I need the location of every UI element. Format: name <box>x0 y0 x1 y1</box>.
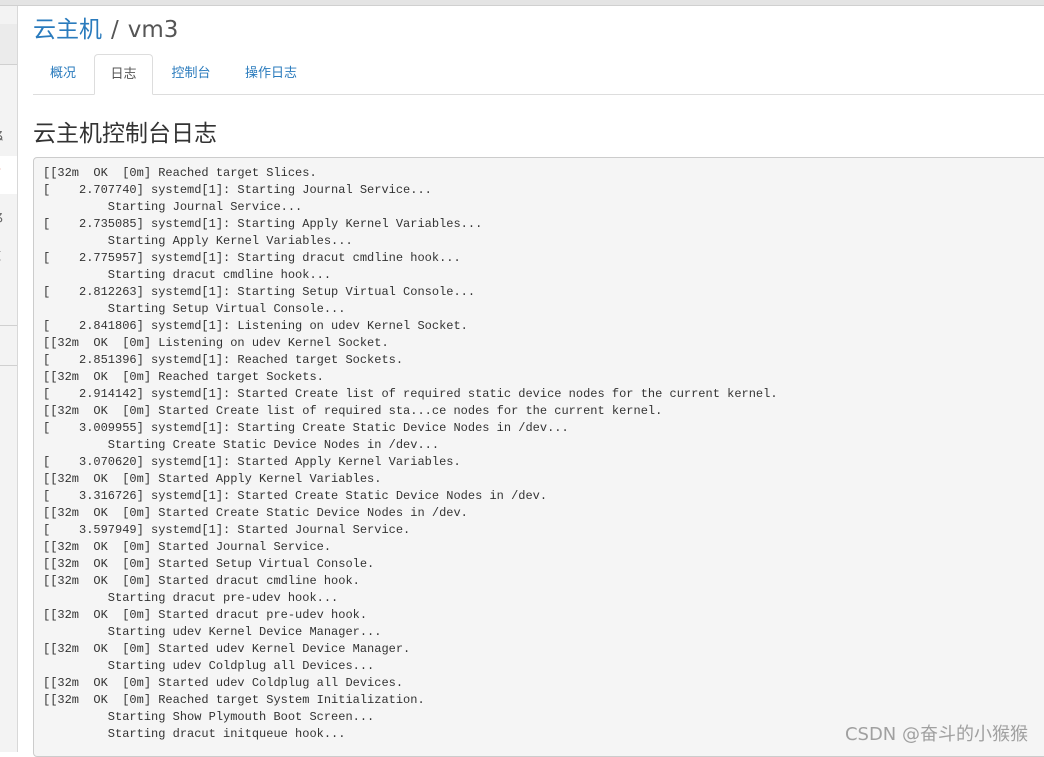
sidebar: . ʓ ʃ ʒ ʈ . <box>0 6 18 752</box>
sidebar-divider <box>0 64 17 65</box>
section-title: 云主机控制台日志 <box>33 121 217 147</box>
sidebar-item-fragment: . <box>0 94 6 108</box>
console-log-panel[interactable]: [[32m OK [0m] Reached target Slices. [ 2… <box>33 157 1044 757</box>
sidebar-item-fragment: ʓ <box>0 127 6 141</box>
tab-console[interactable]: 控制台 <box>156 54 226 94</box>
tab-log[interactable]: 日志 <box>94 54 153 95</box>
sidebar-item-fragment: . <box>0 305 6 319</box>
sidebar-item-fragment: ʒ <box>0 209 6 223</box>
breadcrumb-current: vm3 <box>127 17 179 43</box>
sidebar-item[interactable] <box>0 24 17 64</box>
breadcrumb: 云主机 / vm3 <box>33 15 178 45</box>
sidebar-divider <box>0 365 17 366</box>
breadcrumb-parent-link[interactable]: 云主机 <box>33 17 102 43</box>
sidebar-item-fragment: ʃ <box>0 167 6 181</box>
sidebar-item-active[interactable]: ʃ <box>0 156 17 194</box>
watermark: CSDN @奋斗的小猴猴 <box>844 724 1028 745</box>
sidebar-divider <box>0 325 17 326</box>
tab-overview[interactable]: 概况 <box>33 54 93 94</box>
tab-action-log[interactable]: 操作日志 <box>228 54 314 94</box>
sidebar-item-fragment: ʈ <box>0 247 6 261</box>
tab-bar: 概况 日志 控制台 操作日志 <box>33 54 1044 95</box>
console-log-text: [[32m OK [0m] Reached target Slices. [ 2… <box>43 166 778 741</box>
breadcrumb-separator: / <box>111 17 119 43</box>
main-content: 云主机 / vm3 概况 日志 控制台 操作日志 云主机控制台日志 [[32m OK… <box>18 6 1044 757</box>
